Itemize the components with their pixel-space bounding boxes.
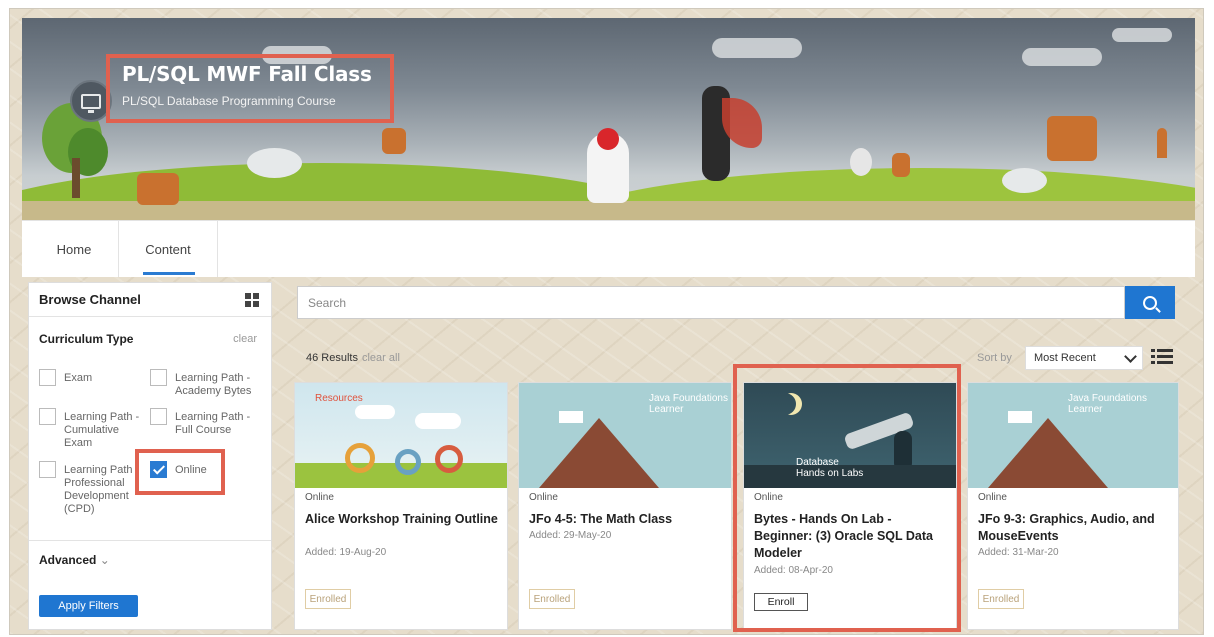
card-title[interactable]: JFo 4-5: The Math Class bbox=[529, 511, 725, 528]
enrolled-badge: Enrolled bbox=[978, 589, 1024, 609]
card-type: Online bbox=[978, 492, 1007, 503]
online-highlight-box bbox=[135, 449, 225, 495]
channel-subtitle: PL/SQL Database Programming Course bbox=[122, 94, 336, 108]
card-type: Online bbox=[529, 492, 558, 503]
card-type: Online bbox=[305, 492, 334, 503]
channel-tabs: Home Content bbox=[22, 220, 1195, 277]
filter-sidebar: Browse Channel Curriculum Type clear Exa… bbox=[28, 282, 272, 630]
card-thumbnail: Java Foundations Learner bbox=[968, 383, 1178, 488]
enrolled-badge: Enrolled bbox=[529, 589, 575, 609]
clear-all-link[interactable]: clear all bbox=[362, 352, 400, 364]
thumbnail-label: Resources bbox=[315, 393, 363, 404]
checkbox-label-cumulative-exam: Learning Path - Cumulative Exam bbox=[64, 411, 140, 449]
card-title[interactable]: JFo 9-3: Graphics, Audio, and MouseEvent… bbox=[978, 511, 1174, 545]
content-card[interactable]: Resources Online Alice Workshop Training… bbox=[294, 382, 508, 630]
checkbox-cpd[interactable] bbox=[39, 461, 56, 478]
clear-filter-link[interactable]: clear bbox=[233, 333, 257, 345]
search-button[interactable] bbox=[1125, 286, 1175, 319]
apply-filters-button[interactable]: Apply Filters bbox=[39, 595, 138, 617]
checkbox-full-course[interactable] bbox=[150, 408, 167, 425]
checkbox-label-full-course: Learning Path - Full Course bbox=[175, 411, 251, 436]
card-thumbnail: Java Foundations Learner bbox=[519, 383, 731, 488]
advanced-toggle[interactable]: Advanced ⌄ bbox=[39, 553, 110, 567]
browse-channel-header: Browse Channel bbox=[29, 283, 271, 317]
checkbox-cumulative-exam[interactable] bbox=[39, 408, 56, 425]
curriculum-type-title: Curriculum Type bbox=[39, 332, 134, 346]
card-highlight-box bbox=[733, 364, 961, 632]
results-summary: 46 Results clear all bbox=[306, 352, 400, 364]
tab-home[interactable]: Home bbox=[44, 221, 104, 277]
channel-title-box: PL/SQL MWF Fall Class PL/SQL Database Pr… bbox=[106, 54, 394, 123]
content-card[interactable]: Java Foundations Learner Online JFo 4-5:… bbox=[518, 382, 732, 630]
enrolled-badge: Enrolled bbox=[305, 589, 351, 609]
checkbox-academy-bytes[interactable] bbox=[150, 369, 167, 386]
search-icon bbox=[1143, 295, 1157, 310]
card-thumbnail: Resources bbox=[295, 383, 507, 488]
advanced-label: Advanced bbox=[39, 553, 97, 567]
browse-channel-title: Browse Channel bbox=[39, 292, 141, 307]
page-frame: PL/SQL MWF Fall Class PL/SQL Database Pr… bbox=[9, 8, 1204, 635]
checkbox-exam[interactable] bbox=[39, 369, 56, 386]
checkbox-label-exam: Exam bbox=[64, 372, 93, 384]
card-title[interactable]: Alice Workshop Training Outline bbox=[305, 511, 501, 528]
tab-content[interactable]: Content bbox=[118, 221, 218, 277]
channel-title: PL/SQL MWF Fall Class bbox=[122, 62, 372, 86]
list-view-icon[interactable] bbox=[1151, 347, 1173, 367]
chevron-down-icon: ⌄ bbox=[99, 553, 110, 567]
card-added-date: Added: 29-May-20 bbox=[529, 530, 612, 541]
sort-select[interactable]: Most Recent bbox=[1025, 346, 1143, 370]
sort-by-label: Sort by bbox=[977, 352, 1012, 364]
card-added-date: Added: 31-Mar-20 bbox=[978, 547, 1059, 558]
checkbox-label-cpd: Learning Path - Professional Development… bbox=[64, 464, 140, 515]
thumbnail-label: Java Foundations Learner bbox=[1068, 393, 1147, 415]
content-card[interactable]: Java Foundations Learner Online JFo 9-3:… bbox=[967, 382, 1179, 630]
robot-illustration bbox=[137, 173, 179, 205]
thumbnail-label: Java Foundations Learner bbox=[649, 393, 728, 415]
grid-view-icon[interactable] bbox=[245, 293, 259, 307]
card-added-date: Added: 19-Aug-20 bbox=[305, 547, 387, 558]
search-input[interactable]: Search bbox=[297, 286, 1125, 319]
checkbox-label-academy-bytes: Learning Path - Academy Bytes bbox=[175, 372, 252, 397]
sort-value: Most Recent bbox=[1034, 352, 1096, 364]
results-count: 46 Results bbox=[306, 352, 358, 364]
